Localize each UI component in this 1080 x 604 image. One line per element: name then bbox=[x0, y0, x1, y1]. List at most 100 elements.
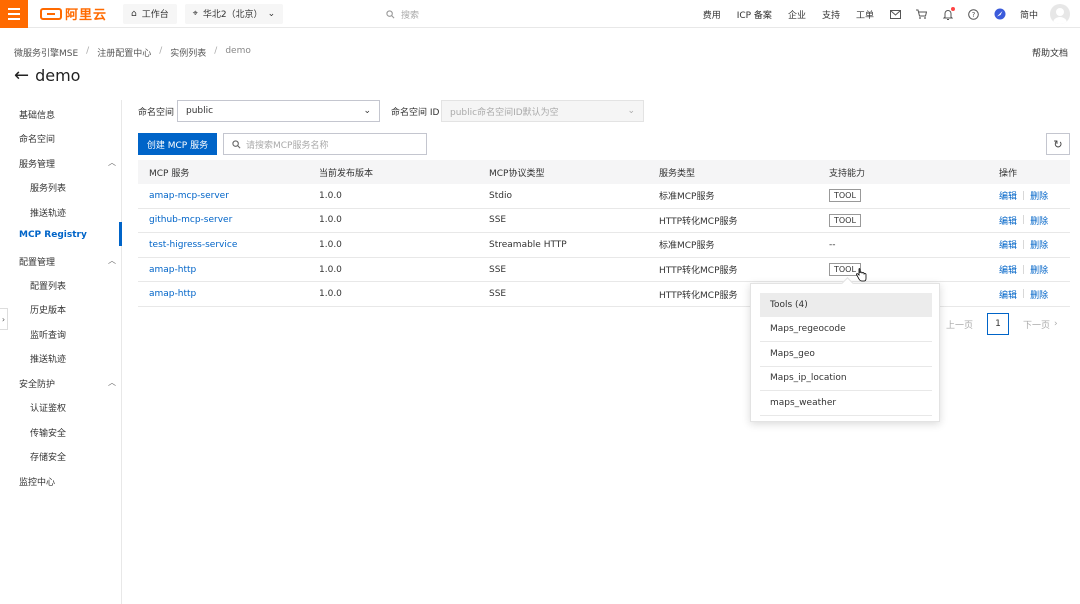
chevron-up-icon[interactable]: ︿ bbox=[108, 255, 116, 266]
breadcrumb-item-registry[interactable]: 注册配置中心 bbox=[97, 46, 151, 59]
version-cell: 1.0.0 bbox=[319, 239, 342, 250]
sidebar-group-security[interactable]: 安全防护 bbox=[19, 377, 55, 390]
prev-page-button[interactable]: 上一页 bbox=[946, 318, 973, 331]
sidebar-collapse-toggle[interactable]: › bbox=[0, 308, 8, 330]
service-name-link[interactable]: amap-mcp-server bbox=[149, 191, 229, 201]
sidebar-group-service-mgmt[interactable]: 服务管理 bbox=[19, 157, 55, 170]
tools-popover-title: Tools (4) bbox=[760, 293, 932, 317]
bell-icon[interactable] bbox=[942, 7, 955, 20]
breadcrumb: 微服务引擎MSE / 注册配置中心 / 实例列表 / demo bbox=[14, 46, 251, 59]
sidebar-item-namespace[interactable]: 命名空间 bbox=[19, 132, 55, 145]
namespace-value: public bbox=[186, 106, 214, 116]
sidebar-item-storage[interactable]: 存储安全 bbox=[30, 450, 66, 463]
version-cell: 1.0.0 bbox=[319, 190, 342, 201]
chevron-down-icon: ⌄ bbox=[363, 106, 371, 116]
breadcrumb-item-mse[interactable]: 微服务引擎MSE bbox=[14, 46, 78, 59]
sidebar-item-config-push-trace[interactable]: 推送轨迹 bbox=[30, 352, 66, 365]
edit-link[interactable]: 编辑 bbox=[999, 214, 1017, 227]
sidebar-group-config-mgmt[interactable]: 配置管理 bbox=[19, 255, 55, 268]
sidebar-item-auth[interactable]: 认证鉴权 bbox=[30, 401, 66, 414]
sidebar-item-basic[interactable]: 基础信息 bbox=[19, 108, 55, 121]
delete-link[interactable]: 删除 bbox=[1030, 238, 1048, 251]
sidebar-item-mcp-registry[interactable]: MCP Registry bbox=[19, 230, 87, 240]
service-name-link[interactable]: amap-http bbox=[149, 265, 196, 275]
breadcrumb-separator: / bbox=[86, 46, 90, 56]
edit-link[interactable]: 编辑 bbox=[999, 263, 1017, 276]
search-icon bbox=[386, 9, 395, 18]
delete-link[interactable]: 删除 bbox=[1030, 214, 1048, 227]
sidebar-item-push-trace[interactable]: 推送轨迹 bbox=[30, 206, 66, 219]
language-switch[interactable]: 简中 bbox=[1020, 8, 1038, 21]
tool-item[interactable]: Maps_regeocode bbox=[760, 317, 932, 342]
delete-link[interactable]: 删除 bbox=[1030, 288, 1048, 301]
tools-popover: Tools (4) Maps_regeocode Maps_geo Maps_i… bbox=[750, 283, 940, 422]
page-number-button[interactable]: 1 bbox=[987, 313, 1010, 335]
refresh-icon: ↻ bbox=[1053, 137, 1063, 151]
protocol-cell: SSE bbox=[489, 264, 507, 275]
namespace-id-select: public命名空间ID默认为空 ⌄ bbox=[441, 100, 644, 122]
table-row: test-higress-service 1.0.0 Streamable HT… bbox=[138, 233, 1070, 258]
tool-item[interactable]: maps_weather bbox=[760, 391, 932, 416]
menu-icon[interactable] bbox=[0, 0, 28, 28]
create-mcp-service-button[interactable]: 创建 MCP 服务 bbox=[138, 133, 217, 155]
edit-link[interactable]: 编辑 bbox=[999, 238, 1017, 251]
sidebar: 基础信息 命名空间 服务管理 ︿ 服务列表 推送轨迹 MCP Registry … bbox=[0, 100, 122, 604]
namespace-label: 命名空间 bbox=[138, 108, 175, 118]
service-name-link[interactable]: amap-http bbox=[149, 289, 196, 299]
cart-icon[interactable] bbox=[916, 8, 928, 20]
column-header-service: MCP 服务 bbox=[149, 168, 190, 179]
global-search-input[interactable]: 搜索 bbox=[386, 4, 686, 24]
chevron-up-icon[interactable]: ︿ bbox=[108, 377, 116, 388]
logo-text: 阿里云 bbox=[65, 8, 108, 23]
workbench-button[interactable]: ⌂ 工作台 bbox=[123, 3, 177, 24]
globe-icon[interactable] bbox=[994, 8, 1006, 20]
delete-link[interactable]: 删除 bbox=[1030, 263, 1048, 276]
refresh-button[interactable]: ↻ bbox=[1046, 133, 1070, 155]
column-header-protocol: MCP协议类型 bbox=[489, 168, 545, 179]
help-doc-link[interactable]: 帮助文档 bbox=[1032, 46, 1068, 59]
table-row: github-mcp-server 1.0.0 SSE HTTP转化MCP服务 … bbox=[138, 209, 1070, 234]
service-type-cell: 标准MCP服务 bbox=[659, 192, 715, 203]
breadcrumb-separator: / bbox=[214, 46, 218, 56]
nav-link-billing[interactable]: 费用 bbox=[703, 8, 721, 21]
nav-link-enterprise[interactable]: 企业 bbox=[788, 8, 806, 21]
mail-icon[interactable] bbox=[890, 8, 902, 20]
nav-link-icp[interactable]: ICP 备案 bbox=[737, 8, 772, 21]
delete-link[interactable]: 删除 bbox=[1030, 189, 1048, 202]
aliyun-logo[interactable]: 阿里云 bbox=[40, 4, 107, 23]
divider: | bbox=[1022, 215, 1026, 226]
global-search-placeholder: 搜索 bbox=[401, 10, 420, 21]
sidebar-item-history[interactable]: 历史版本 bbox=[30, 303, 66, 316]
capability-tag[interactable]: TOOL bbox=[829, 189, 861, 203]
capability-tag[interactable]: TOOL bbox=[829, 213, 861, 227]
edit-link[interactable]: 编辑 bbox=[999, 288, 1017, 301]
namespace-select[interactable]: public ⌄ bbox=[177, 100, 380, 122]
tool-item[interactable]: Maps_ip_location bbox=[760, 366, 932, 391]
nav-link-ticket[interactable]: 工单 bbox=[856, 8, 874, 21]
breadcrumb-item-instances[interactable]: 实例列表 bbox=[170, 46, 206, 59]
nav-link-support[interactable]: 支持 bbox=[822, 8, 840, 21]
back-arrow-icon[interactable]: ← bbox=[14, 66, 29, 85]
sidebar-item-service-list[interactable]: 服务列表 bbox=[30, 181, 66, 194]
column-header-version: 当前发布版本 bbox=[319, 168, 374, 179]
sidebar-item-listen-query[interactable]: 监听查询 bbox=[30, 328, 66, 341]
edit-link[interactable]: 编辑 bbox=[999, 189, 1017, 202]
home-icon: ⌂ bbox=[131, 8, 137, 19]
divider: | bbox=[1022, 264, 1026, 275]
avatar[interactable] bbox=[1050, 4, 1070, 24]
sidebar-item-config-list[interactable]: 配置列表 bbox=[30, 279, 66, 292]
table-header: MCP 服务 当前发布版本 MCP协议类型 服务类型 支持能力 操作 bbox=[138, 160, 1070, 184]
service-name-link[interactable]: github-mcp-server bbox=[149, 215, 232, 225]
mcp-search-input[interactable]: 请搜索MCP服务名称 bbox=[223, 133, 427, 155]
chevron-up-icon[interactable]: ︿ bbox=[108, 157, 116, 168]
next-page-button[interactable]: 下一页 bbox=[1023, 318, 1050, 331]
service-name-link[interactable]: test-higress-service bbox=[149, 240, 237, 250]
tool-item[interactable]: Maps_geo bbox=[760, 342, 932, 367]
sidebar-item-transport[interactable]: 传输安全 bbox=[30, 426, 66, 439]
breadcrumb-separator: / bbox=[159, 46, 163, 56]
sidebar-item-monitor[interactable]: 监控中心 bbox=[19, 475, 55, 488]
version-cell: 1.0.0 bbox=[319, 289, 342, 300]
help-icon[interactable]: ? bbox=[968, 8, 980, 20]
region-label: 华北2（北京） bbox=[202, 10, 263, 20]
region-selector[interactable]: ⌖ 华北2（北京） ⌄ bbox=[184, 3, 284, 24]
